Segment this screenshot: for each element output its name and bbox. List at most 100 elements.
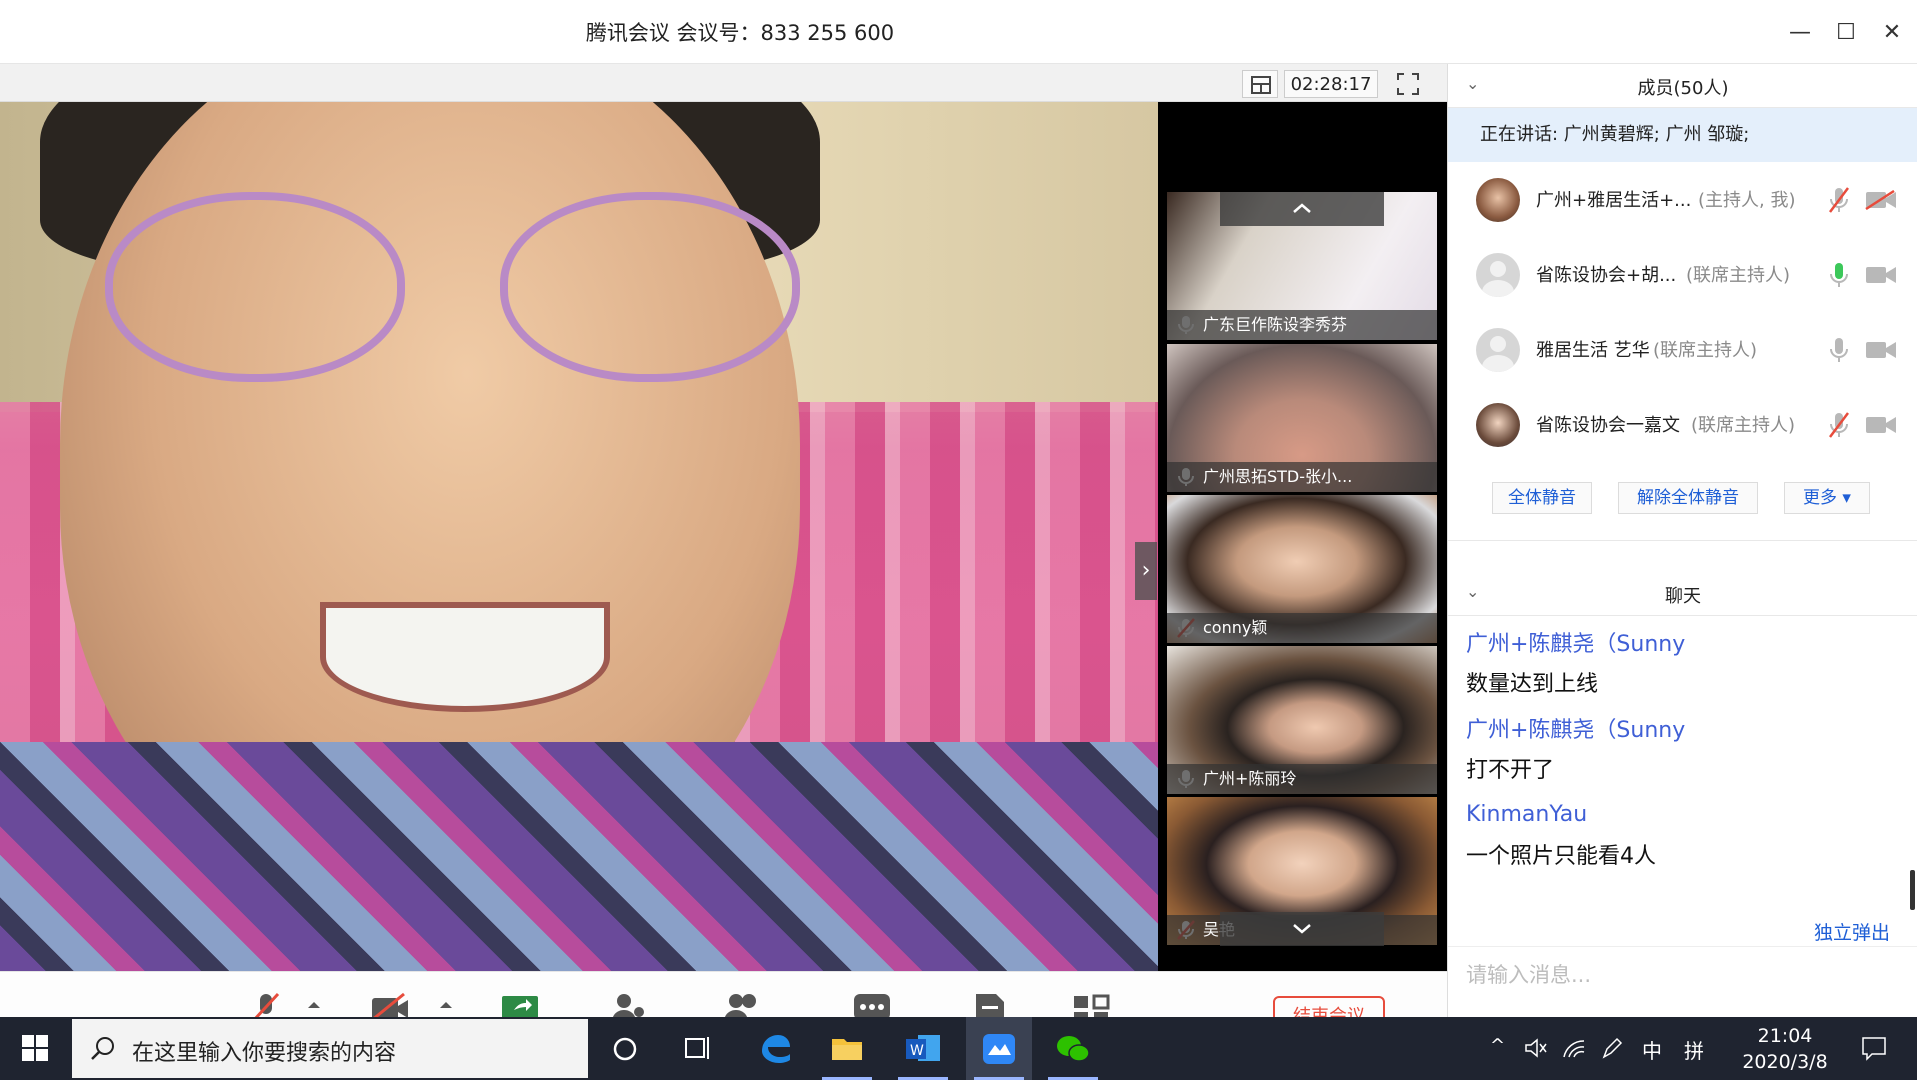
task-view-icon — [685, 1037, 709, 1059]
avatar — [1476, 328, 1520, 372]
chat-message: 打不开了 — [1466, 758, 1555, 783]
ime-language[interactable]: 中 — [1642, 1035, 1662, 1064]
tencent-meeting-button[interactable] — [966, 1017, 1032, 1080]
mic-active-icon[interactable] — [1828, 261, 1850, 289]
member-row[interactable]: 雅居生活 艺华 (联席主持人) — [1448, 312, 1917, 387]
cortana-icon — [613, 1037, 637, 1061]
thumbnail-scroll-down-button[interactable] — [1220, 912, 1384, 946]
layout-switch-button[interactable] — [1242, 70, 1278, 98]
volume-muted-icon[interactable] — [1524, 1037, 1548, 1059]
camera-icon[interactable] — [1865, 265, 1897, 285]
avatar — [1476, 253, 1520, 297]
member-row[interactable]: 广州+雅居生活+... (主持人, 我) — [1448, 162, 1917, 237]
pen-icon[interactable] — [1600, 1037, 1624, 1059]
chevron-down-icon — [1293, 924, 1311, 934]
chat-input-area — [1448, 946, 1917, 1017]
meeting-app-window: 腾讯会议 会议号：833 255 600 — ☐ ✕ 02:28:17 › 广东… — [0, 0, 1917, 1017]
word-button[interactable]: W — [890, 1017, 956, 1080]
participant-thumbnail[interactable]: conny颖 — [1167, 495, 1437, 643]
wechat-icon — [1057, 1036, 1090, 1062]
chat-message: 一个照片只能看4人 — [1466, 844, 1656, 869]
chat-message: 数量达到上线 — [1466, 672, 1599, 697]
edge-button[interactable] — [742, 1017, 808, 1080]
participant-thumbnail[interactable]: 广州+陈丽玲 — [1167, 646, 1437, 794]
invite-icon[interactable] — [608, 992, 648, 1017]
camera-icon[interactable] — [1865, 415, 1897, 435]
member-role: (联席主持人) — [1686, 265, 1791, 286]
side-panel: ⌄ 成员(50人) 正在讲话: 广州黄碧辉; 广州 邹璇; 广州+雅居生活+..… — [1447, 64, 1917, 1017]
unmute-all-button[interactable]: 解除全体静音 — [1618, 482, 1758, 514]
maximize-button[interactable]: ☐ — [1826, 14, 1866, 50]
popout-chat-link[interactable]: 独立弹出 — [1814, 918, 1890, 945]
members-header[interactable]: ⌄ 成员(50人) — [1448, 64, 1917, 108]
clock-date: 2020/3/8 — [1742, 1051, 1828, 1073]
meeting-title: 腾讯会议 会议号：833 255 600 — [585, 21, 895, 45]
fullscreen-icon — [1397, 73, 1419, 95]
camera-icon[interactable] — [1865, 340, 1897, 360]
participant-name: conny颖 — [1167, 613, 1437, 643]
share-screen-icon[interactable] — [500, 992, 540, 1017]
thumbnail-scroll-up-button[interactable] — [1220, 192, 1384, 226]
show-hidden-icons[interactable]: ^ — [1490, 1035, 1505, 1056]
divider — [1448, 540, 1917, 541]
member-row[interactable]: 省陈设协会+胡... (联席主持人) — [1448, 237, 1917, 312]
member-row[interactable]: 省陈设协会一嘉文 (联席主持人) — [1448, 387, 1917, 462]
taskbar-search[interactable]: 在这里输入你要搜索的内容 — [72, 1019, 588, 1078]
chat-sender: 广州+陈麒尧（Sunny — [1466, 718, 1686, 743]
chat-header[interactable]: ⌄ 聊天 — [1448, 572, 1917, 616]
mic-muted-icon[interactable] — [1828, 411, 1850, 439]
mic-muted-icon[interactable] — [1828, 186, 1850, 214]
windows-taskbar: 在这里输入你要搜索的内容 W ^ 中 拼 21:04 2020/3/8 — [0, 1017, 1917, 1080]
mic-muted-icon[interactable] — [246, 992, 286, 1017]
members-title: 成员(50人) — [1637, 78, 1729, 99]
now-speaking-banner: 正在讲话: 广州黄碧辉; 广州 邹璇; — [1448, 108, 1917, 162]
clock[interactable]: 21:04 2020/3/8 — [1720, 1023, 1850, 1075]
chevron-up-icon[interactable] — [304, 992, 324, 1017]
mute-all-button[interactable]: 全体静音 — [1492, 482, 1592, 514]
video-area: 02:28:17 › 广东巨作陈设李秀芬 广州思拓STD-张小... conny… — [0, 64, 1447, 972]
avatar — [1476, 403, 1520, 447]
participant-thumbnail[interactable]: 广州思拓STD-张小... — [1167, 344, 1437, 492]
camera-off-icon[interactable] — [1865, 190, 1897, 210]
clock-time: 21:04 — [1757, 1025, 1813, 1047]
collapse-strip-button[interactable]: › — [1135, 542, 1157, 600]
document-icon[interactable] — [970, 992, 1010, 1017]
chat-scrollbar[interactable] — [1910, 870, 1915, 910]
notification-icon[interactable] — [1860, 1035, 1888, 1061]
folder-icon — [832, 1039, 862, 1060]
search-placeholder: 在这里输入你要搜索的内容 — [132, 1041, 397, 1066]
edge-icon — [762, 1035, 790, 1063]
file-explorer-button[interactable] — [814, 1017, 880, 1080]
more-options-button[interactable]: 更多 ▾ — [1784, 482, 1870, 514]
camera-off-icon[interactable] — [370, 992, 410, 1017]
avatar — [1476, 178, 1520, 222]
tencent-meeting-icon — [983, 1034, 1015, 1064]
member-name: 省陈设协会一嘉文 — [1536, 415, 1680, 436]
chat-sender: 广州+陈麒尧（Sunny — [1466, 632, 1686, 657]
wechat-button[interactable] — [1040, 1017, 1106, 1080]
mic-icon[interactable] — [1828, 336, 1850, 364]
manage-members-icon[interactable] — [722, 992, 762, 1017]
cortana-button[interactable] — [592, 1017, 658, 1080]
minimize-button[interactable]: — — [1780, 14, 1820, 50]
ime-mode[interactable]: 拼 — [1684, 1035, 1704, 1064]
participant-name: 广州+陈丽玲 — [1167, 764, 1437, 794]
windows-icon — [22, 1035, 48, 1061]
wifi-icon[interactable] — [1562, 1037, 1586, 1059]
more-icon[interactable] — [852, 992, 892, 1017]
apps-icon[interactable] — [1072, 992, 1112, 1017]
search-icon — [91, 1037, 114, 1060]
end-meeting-button[interactable]: 结束会议 — [1273, 996, 1385, 1017]
close-button[interactable]: ✕ — [1872, 14, 1912, 50]
chat-sender: KinmanYau — [1466, 802, 1588, 827]
task-view-button[interactable] — [664, 1017, 730, 1080]
fullscreen-button[interactable] — [1390, 70, 1426, 98]
participant-name: 广州思拓STD-张小... — [1167, 462, 1437, 492]
member-name: 省陈设协会+胡... — [1536, 265, 1677, 286]
member-name: 广州+雅居生活+... — [1536, 190, 1692, 211]
chevron-up-icon[interactable] — [436, 992, 456, 1017]
member-name: 雅居生活 艺华 — [1536, 340, 1650, 361]
chat-input[interactable] — [1466, 957, 1886, 993]
chevron-up-icon — [1293, 203, 1311, 213]
start-button[interactable] — [0, 1017, 70, 1080]
